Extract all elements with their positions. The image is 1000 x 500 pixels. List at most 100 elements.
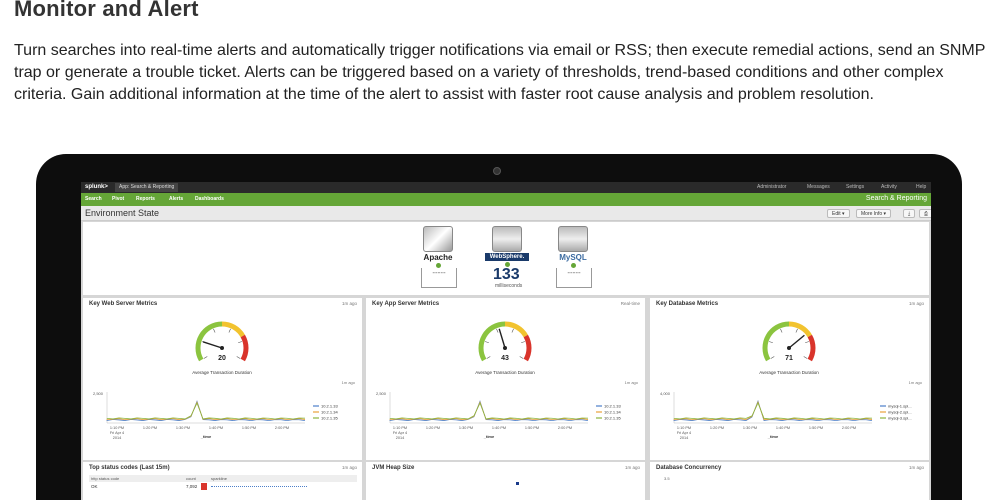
menu-help[interactable]: Help [916,184,926,190]
x-tick-label: 2:00 PM [558,426,572,430]
chart-updated: 1m ago [342,380,356,385]
gauge-needle [498,328,506,349]
x-tick-label: Fri Apr 4 [677,431,691,435]
x-axis-label: _time [767,434,779,439]
menu-messages[interactable]: Messages [807,184,830,190]
gauge-needle [788,334,805,349]
nav-alerts[interactable]: Alerts [169,196,183,202]
gauge-tick [805,341,810,344]
table-header: http status code count sparkline [89,475,357,482]
x-tick-label: Fri Apr 4 [110,431,124,435]
app-menu[interactable]: App: Search & Reporting [115,183,179,192]
x-tick-label: 2:00 PM [842,426,856,430]
gauge-tick [228,328,231,333]
top-bar: splunk> App: Search & Reporting Administ… [81,182,931,193]
chart-title: Average Transaction Duration [475,370,535,375]
dashboard-screen: splunk> App: Search & Reporting Administ… [81,182,931,500]
nav-search[interactable]: Search [85,196,102,202]
x-tick-label: Fri Apr 4 [393,431,407,435]
legend-label: 10.2.1.33 [604,404,621,409]
edit-button[interactable]: Edit ▾ [827,209,850,218]
gauge-band [221,321,245,338]
menu-settings[interactable]: Settings [846,184,864,190]
series-line [106,402,306,420]
series-line [389,402,589,420]
panel-jvm-heap: JVM Heap Size 1m ago [366,462,645,500]
x-tick-label: 1:30 PM [176,426,190,430]
download-icon[interactable]: ⤓ [903,209,916,218]
legend-label: 10.2.1.34 [321,410,338,415]
x-tick-label: 1:20 PM [426,426,440,430]
gauge-tick [780,328,783,333]
panel-status-codes: Top status codes (Last 15m) 1m ago http … [83,462,362,500]
gauge-tick [496,328,499,333]
x-tick-label: 2014 [396,436,404,440]
gauge-tick [213,328,216,333]
server-icon [423,226,453,252]
server-mysql: MySQL [556,226,590,268]
y-axis-max: 2,500 [93,391,104,396]
panel-graphics: 43 Average Transaction Duration 1m ago 2,50… [376,321,639,440]
x-tick-label: 1:40 PM [776,426,790,430]
gauge-tick [486,356,491,359]
nav-pivot[interactable]: Pivot [112,196,124,202]
y-axis-max: 4,000 [660,391,671,396]
legend-label: 10.2.1.34 [604,410,621,415]
chevron-down-icon: ▾ [842,211,845,217]
chart-updated: 1m ago [625,380,639,385]
gauge-band [807,334,816,362]
x-tick-label: 2014 [113,436,121,440]
chart-title: Average Transaction Duration [759,370,819,375]
gauge-tick [519,356,524,359]
gauge-tick [521,341,526,344]
nav-dashboards[interactable]: Dashboards [195,196,224,202]
gauge-band [504,321,528,338]
legend-label: 10.2.1.35 [321,416,338,421]
x-tick-label: 1:50 PM [809,426,823,430]
gauge-value: 71 [785,355,793,362]
panel-title: Database Concurrency [656,465,722,471]
legend-label: mysql-3.spl... [888,416,912,421]
more-info-button[interactable]: More Info ▾ [856,209,892,218]
gauge-hub [787,346,791,350]
gauge-tick [803,356,808,359]
gauge-tick [768,341,773,344]
series-line [673,400,873,421]
title-bar: Environment State Edit ▾ More Info ▾ ⤓ ⎙ [81,206,931,221]
server-label: Apache [423,253,453,262]
x-tick-label: 1:30 PM [459,426,473,430]
nav-reports[interactable]: Reports [136,196,155,202]
print-icon[interactable]: ⎙ [919,209,931,218]
x-tick-label: 1:20 PM [143,426,157,430]
panel-app: Key App Server Metrics Real-time 43 Avera… [366,298,645,460]
response-unit: milliseconds [495,283,523,289]
webcam [493,167,501,175]
x-tick-label: 1:40 PM [492,426,506,430]
apache-placeholder: ----- [421,268,457,288]
panel-title: Top status codes (Last 15m) [89,465,170,471]
legend-label: mysql-1.spl... [888,404,912,409]
gauge-hub [503,346,507,350]
chevron-down-icon: ▾ [883,211,887,217]
x-axis-label: _time [483,434,495,439]
gauge-tick [203,356,208,359]
gauge-tick [484,341,489,344]
panel-updated: 1m ago [624,465,640,470]
server-icon [492,226,522,252]
server-apache: Apache [421,226,455,268]
series-line [106,401,306,421]
page-title: Environment State [85,208,160,218]
column-header[interactable]: http status code [91,476,119,481]
legend-label: mysql-2.spl... [888,410,912,415]
column-header[interactable]: sparkline [211,476,227,481]
chart-updated: 1m ago [909,380,923,385]
series-line [389,401,589,421]
gauge-tick [236,356,241,359]
menu-administrator[interactable]: Administrator [757,184,786,190]
menu-activity[interactable]: Activity [881,184,897,190]
gauge-tick [238,341,243,344]
panel-title: JVM Heap Size [372,465,415,471]
app-title: Search & Reporting [865,195,927,202]
column-header[interactable]: count [186,476,196,481]
x-tick-label: 1:10 PM [110,426,124,430]
